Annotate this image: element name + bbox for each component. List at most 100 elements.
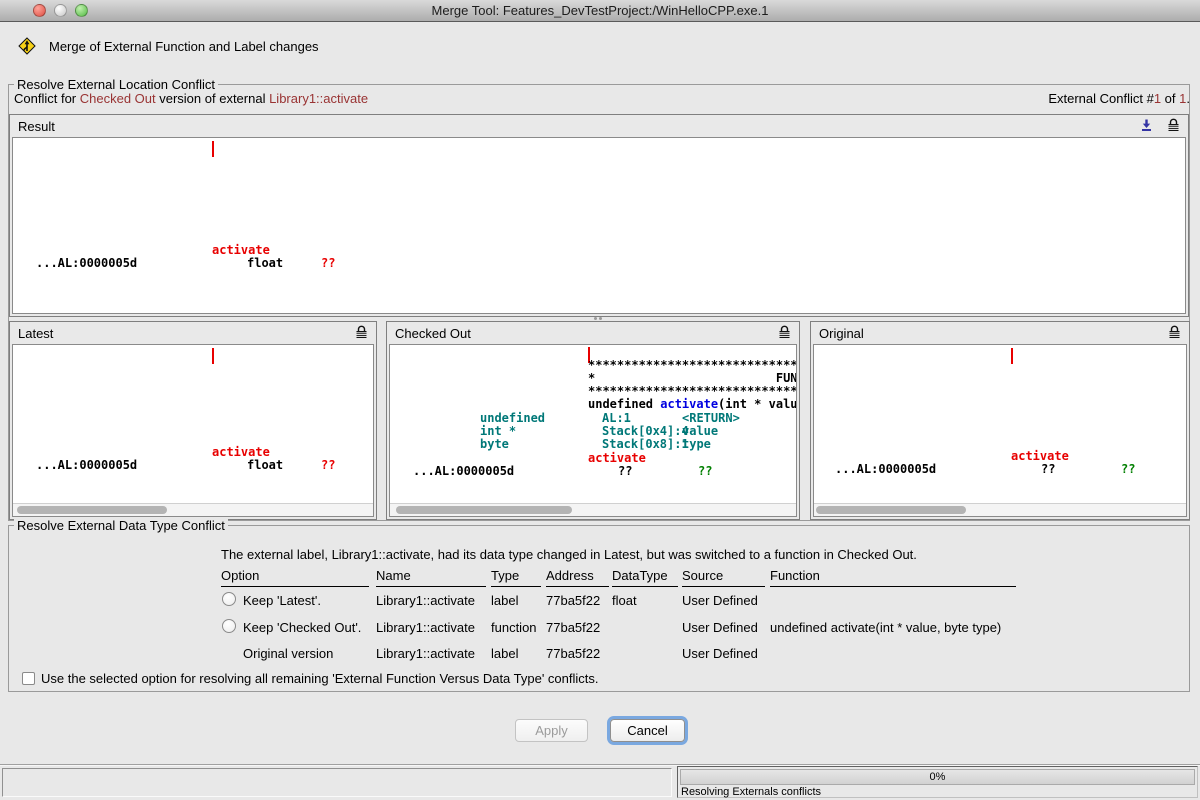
param-name: type — [682, 437, 711, 451]
horizontal-scrollbar[interactable] — [814, 503, 1186, 516]
column-header-source: Source — [682, 568, 765, 587]
option-label: Keep 'Checked Out'. — [243, 620, 361, 635]
task-monitor-area: 0% Resolving Externals conflicts — [677, 766, 1198, 798]
counter-label: External Conflict # — [1048, 91, 1154, 106]
window-titlebar: Merge Tool: Features_DevTestProject:/Win… — [0, 0, 1200, 22]
original-listing[interactable]: activate ...AL:0000005d ?? ?? — [813, 344, 1187, 517]
status-message-area — [2, 768, 672, 797]
conflict-counter: External Conflict #1 of 1. — [1048, 91, 1190, 106]
address-label: ...AL:0000005d — [36, 458, 137, 472]
result-listing[interactable]: activate ...AL:0000005d float ?? — [12, 137, 1186, 314]
datatype-conflict-group: Resolve External Data Type Conflict The … — [8, 525, 1190, 692]
column-header-type: Type — [491, 568, 541, 587]
source-cell: User Defined — [682, 620, 758, 635]
conflict-version: Checked Out — [80, 91, 156, 106]
name-cell: Library1::activate — [376, 646, 475, 661]
counter-current: 1 — [1154, 91, 1161, 106]
column-header-option: Option — [221, 568, 369, 587]
option-label: Original version — [243, 646, 333, 661]
symbol-label: activate — [1011, 449, 1069, 463]
param-storage: AL:1 — [602, 411, 631, 425]
column-header-function: Function — [770, 568, 1016, 587]
merge-header: Merge of External Function and Label cha… — [18, 36, 319, 56]
value-label: ?? — [618, 464, 632, 478]
checked-out-panel: Checked Out ****************************… — [386, 321, 800, 520]
function-cell: undefined activate(int * value, byte typ… — [770, 620, 1001, 635]
datatype-conflict-message: The external label, Library1::activate, … — [221, 547, 917, 562]
listing-cursor — [212, 141, 214, 157]
scrollbar-thumb[interactable] — [396, 506, 572, 514]
checked-out-panel-title: Checked Out — [395, 326, 471, 341]
latest-listing[interactable]: activate ...AL:0000005d float ?? — [12, 344, 374, 517]
address-cell: 77ba5f22 — [546, 646, 600, 661]
original-panel-title: Original — [819, 326, 864, 341]
lock-icon[interactable] — [1167, 118, 1180, 132]
conflict-external-name: Library1::activate — [269, 91, 368, 106]
address-label: ...AL:0000005d — [835, 462, 936, 476]
lock-icon[interactable] — [355, 325, 368, 339]
conflict-prefix: Conflict for — [14, 91, 80, 106]
address-label: ...AL:0000005d — [36, 256, 137, 270]
signature-return: undefined — [588, 397, 660, 411]
value-label: ?? — [1041, 462, 1055, 476]
address-cell: 77ba5f22 — [546, 593, 600, 608]
column-header-datatype: DataType — [612, 568, 678, 587]
datatype-cell: float — [612, 593, 637, 608]
name-cell: Library1::activate — [376, 593, 475, 608]
option-label: Keep 'Latest'. — [243, 593, 321, 608]
param-datatype: undefined — [480, 411, 545, 425]
counter-of: of — [1161, 91, 1179, 106]
apply-button[interactable]: Apply — [515, 719, 588, 742]
name-cell: Library1::activate — [376, 620, 475, 635]
conflict-middle: version of external — [156, 91, 269, 106]
comment-line: **************************************** — [588, 358, 797, 372]
lock-icon[interactable] — [778, 325, 791, 339]
result-panel: Result activate ...AL:0000005d float ?? — [9, 114, 1189, 317]
use-for-all-checkbox[interactable] — [22, 672, 35, 685]
keep-checked-out-radio[interactable] — [222, 619, 236, 633]
param-datatype: byte — [480, 437, 509, 451]
conflict-description: Conflict for Checked Out version of exte… — [14, 91, 368, 106]
task-label: Resolving Externals conflicts — [681, 786, 821, 798]
address-label: ...AL:0000005d — [413, 464, 514, 478]
value-label: ?? — [321, 458, 335, 472]
close-button[interactable] — [33, 4, 46, 17]
value-label: ?? — [1121, 462, 1135, 476]
type-cell: label — [491, 646, 518, 661]
address-cell: 77ba5f22 — [546, 620, 600, 635]
signature-name: activate — [660, 397, 718, 411]
type-cell: label — [491, 593, 518, 608]
symbol-label: activate — [212, 243, 270, 257]
scroll-to-cursor-icon[interactable] — [1140, 118, 1153, 132]
value-label: ?? — [321, 256, 335, 270]
param-name: value — [682, 424, 718, 438]
scrollbar-thumb[interactable] — [17, 506, 167, 514]
param-storage: Stack[0x8]:1 — [602, 437, 689, 451]
comment-line: * FUNCTION — [588, 371, 797, 385]
type-cell: function — [491, 620, 537, 635]
counter-end: . — [1186, 91, 1190, 106]
column-header-address: Address — [546, 568, 609, 587]
location-conflict-group-title: Resolve External Location Conflict — [14, 77, 218, 92]
symbol-label: activate — [588, 451, 646, 465]
scrollbar-thumb[interactable] — [816, 506, 966, 514]
cancel-button[interactable]: Cancel — [610, 719, 685, 742]
original-panel: Original activate ...AL:0000005d ?? ?? — [810, 321, 1190, 520]
param-datatype: int * — [480, 424, 516, 438]
horizontal-scrollbar[interactable] — [390, 503, 796, 516]
column-header-name: Name — [376, 568, 486, 587]
result-panel-title: Result — [18, 119, 55, 134]
lock-icon[interactable] — [1168, 325, 1181, 339]
checked-out-listing[interactable]: ****************************************… — [389, 344, 797, 517]
minimize-button[interactable] — [54, 4, 67, 17]
source-cell: User Defined — [682, 646, 758, 661]
keep-latest-radio[interactable] — [222, 592, 236, 606]
function-signature: undefined activate(int * value, byte typ… — [588, 397, 797, 411]
window-title: Merge Tool: Features_DevTestProject:/Win… — [120, 3, 1080, 18]
listing-cursor — [1011, 348, 1013, 364]
listing-cursor — [212, 348, 214, 364]
latest-panel: Latest activate ...AL:0000005d float ?? — [9, 321, 377, 520]
zoom-button[interactable] — [75, 4, 88, 17]
horizontal-scrollbar[interactable] — [13, 503, 373, 516]
use-for-all-checkbox-label: Use the selected option for resolving al… — [41, 671, 599, 686]
